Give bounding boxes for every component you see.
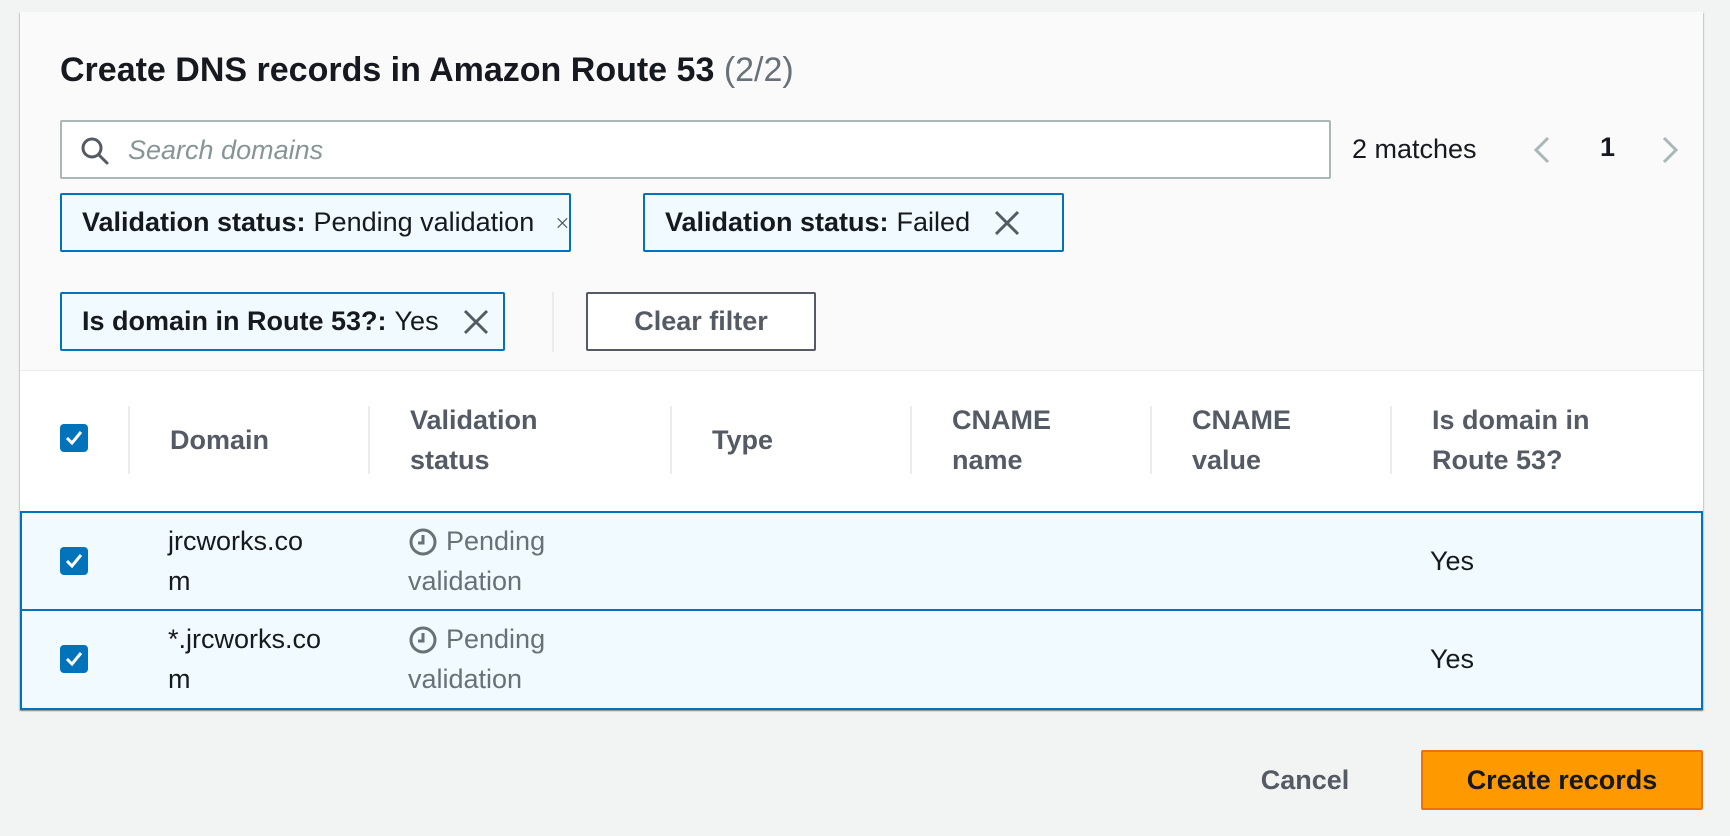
clear-filter-button[interactable]: Clear filter — [586, 292, 816, 351]
column-header-label: Domain — [170, 425, 270, 455]
page-title: Create DNS records in Amazon Route 53 (2… — [60, 48, 794, 92]
status-text: validation — [408, 566, 523, 596]
row-checkbox[interactable] — [60, 547, 88, 575]
filter-value: Failed — [896, 207, 971, 237]
column-header-label: Route 53? — [1432, 445, 1563, 475]
column-divider — [128, 406, 130, 474]
domain-text: jrcworks.co — [168, 526, 304, 556]
column-header-label: status — [410, 445, 490, 475]
column-header-label: value — [1192, 445, 1262, 475]
filter-key: Is domain in Route 53?: — [82, 306, 387, 336]
clock-icon — [409, 528, 437, 556]
close-icon[interactable] — [461, 307, 491, 337]
column-header-label: CNAME — [952, 405, 1051, 435]
filter-value: Yes — [394, 306, 439, 336]
select-all-checkbox[interactable] — [60, 424, 88, 452]
create-dns-records-panel: Create DNS records in Amazon Route 53 (2… — [20, 12, 1703, 710]
column-header-cname-name[interactable]: CNAME name — [952, 400, 1051, 480]
filter-key: Validation status: — [82, 207, 306, 237]
checkmark-icon — [65, 652, 83, 667]
filter-key: Validation status: — [665, 207, 889, 237]
status-cell: Pending validation — [408, 521, 545, 601]
column-divider — [910, 406, 912, 474]
column-header-label: name — [952, 445, 1023, 475]
column-divider — [368, 406, 370, 474]
title-count: (2/2) — [723, 51, 794, 89]
current-page[interactable]: 1 — [1600, 132, 1615, 163]
search-input[interactable] — [128, 130, 1308, 170]
column-header-label: Validation — [410, 405, 538, 435]
close-icon[interactable] — [556, 208, 569, 238]
title-text: Create DNS records in Amazon Route 53 — [60, 51, 715, 89]
close-icon[interactable] — [992, 208, 1022, 238]
domain-cell: jrcworks.co m — [168, 521, 303, 601]
domain-text: *.jrcworks.co — [168, 624, 322, 654]
chevron-right-icon[interactable] — [1656, 130, 1684, 170]
create-records-button[interactable]: Create records — [1421, 750, 1703, 810]
clock-icon — [409, 626, 437, 654]
table-row[interactable]: jrcworks.co m Pending validation Yes — [20, 511, 1703, 611]
column-header-in-route53[interactable]: Is domain in Route 53? — [1432, 400, 1590, 480]
filter-value: Pending validation — [313, 207, 535, 237]
in-route53-cell: Yes — [1430, 546, 1475, 576]
status-text: validation — [408, 664, 523, 694]
search-box[interactable] — [60, 120, 1331, 179]
column-divider — [670, 406, 672, 474]
filter-token: Is domain in Route 53?: Yes — [60, 292, 505, 351]
search-icon — [81, 137, 109, 165]
table-row[interactable]: *.jrcworks.co m Pending validation Yes — [20, 609, 1703, 710]
cancel-button[interactable]: Cancel — [1240, 750, 1370, 810]
column-header-validation-status[interactable]: Validation status — [410, 400, 538, 480]
checkmark-icon — [65, 554, 83, 569]
match-count: 2 matches — [1352, 134, 1477, 164]
filter-token: Validation status: Pending validation — [60, 193, 571, 252]
domain-cell: *.jrcworks.co m — [168, 619, 321, 699]
domain-text: m — [168, 664, 191, 694]
column-header-cname-value[interactable]: CNAME value — [1192, 400, 1291, 480]
column-header-type[interactable]: Type — [712, 420, 773, 460]
panel-header: Create DNS records in Amazon Route 53 (2… — [20, 12, 1703, 371]
filter-token: Validation status: Failed — [643, 193, 1064, 252]
column-header-label: CNAME — [1192, 405, 1291, 435]
row-checkbox[interactable] — [60, 645, 88, 673]
filter-divider — [552, 292, 554, 352]
domain-text: m — [168, 566, 191, 596]
column-header-label: Type — [712, 425, 774, 455]
chevron-left-icon[interactable] — [1528, 130, 1556, 170]
column-divider — [1390, 406, 1392, 474]
checkmark-icon — [65, 431, 83, 446]
column-header-label: Is domain in — [1432, 405, 1590, 435]
status-cell: Pending validation — [408, 619, 545, 699]
column-header-domain[interactable]: Domain — [170, 420, 269, 460]
in-route53-cell: Yes — [1430, 644, 1475, 674]
column-divider — [1150, 406, 1152, 474]
